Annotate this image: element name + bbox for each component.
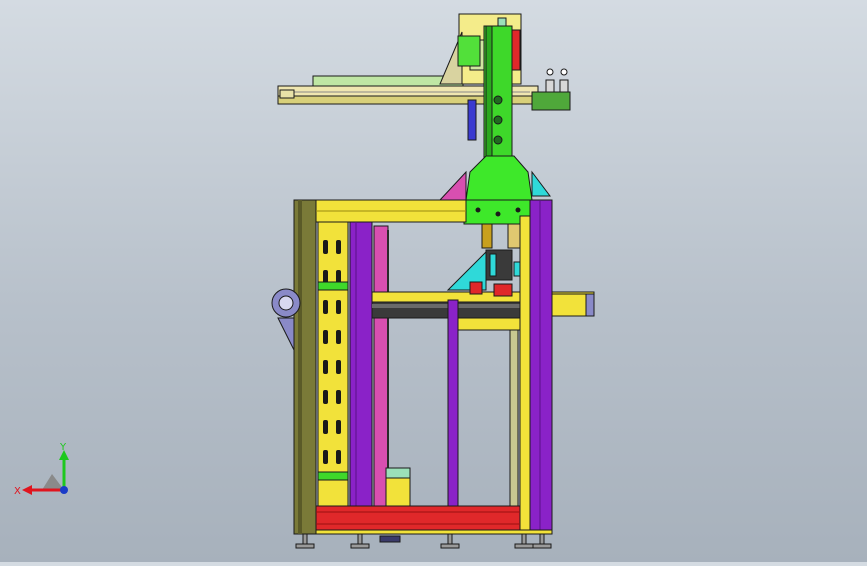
gantry-assembly-drawing[interactable] bbox=[0, 0, 867, 562]
center-slide-rail bbox=[371, 291, 595, 319]
axis-triad: Y X bbox=[14, 442, 69, 497]
bottom-sensor-box bbox=[385, 467, 411, 509]
vertical-z-column bbox=[483, 25, 513, 159]
purple-post-center bbox=[447, 299, 459, 531]
y-axis-label: Y bbox=[59, 442, 67, 453]
x-axis-label: X bbox=[14, 486, 21, 497]
right-thin-post bbox=[509, 329, 519, 531]
purple-post-left bbox=[349, 221, 373, 509]
gripper-assembly bbox=[446, 223, 527, 297]
magenta-belt-guide bbox=[373, 225, 389, 509]
leveling-feet bbox=[295, 533, 552, 549]
z-axis-dot bbox=[60, 486, 68, 494]
left-frame-post bbox=[293, 199, 317, 535]
triad-plane bbox=[42, 474, 64, 490]
right-inner-rail bbox=[519, 215, 531, 535]
cad-viewport[interactable]: Y X bbox=[0, 0, 867, 562]
red-base-beam bbox=[315, 505, 553, 535]
purple-post-right bbox=[529, 199, 553, 535]
perforated-yellow-column bbox=[317, 221, 349, 509]
cable-chain-blue bbox=[467, 99, 477, 141]
